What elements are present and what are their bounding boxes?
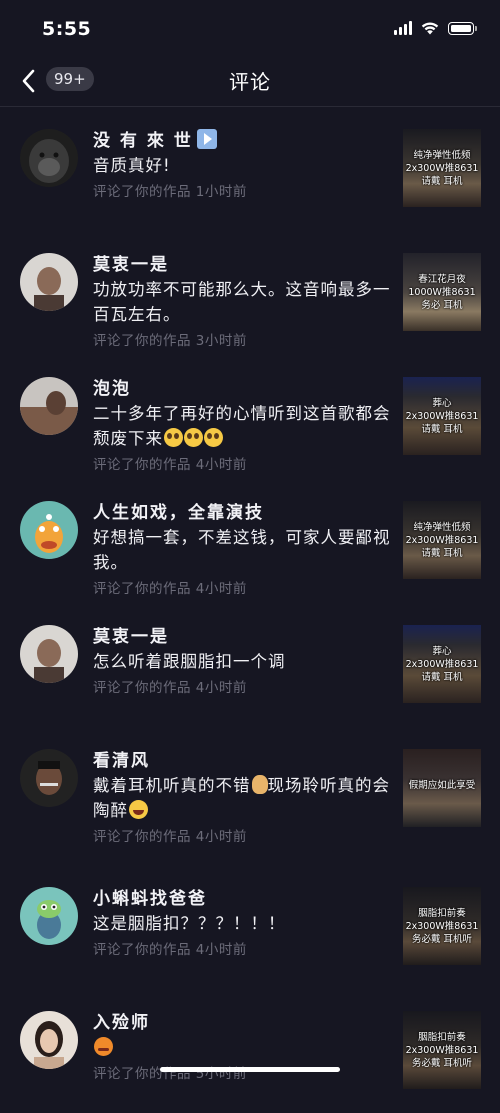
comment-meta: 评论了你的作品 4小时前 [93,829,247,845]
comment-meta: 评论了你的作品 4小时前 [93,457,247,473]
avatar[interactable] [20,253,78,311]
comment-meta: 评论了你的作品 1小时前 [93,184,247,200]
comment-meta: 评论了你的作品 4小时前 [93,581,247,597]
battery-icon [448,21,477,35]
avatar[interactable] [20,887,78,945]
pleading-face-emoji-icon [184,428,203,447]
cellular-signal-icon [394,21,412,35]
video-thumbnail[interactable]: 胭脂扣前奏 2x300W推8631 务必戴 耳机听 [403,887,481,965]
comment-text: 音质真好! [93,156,171,175]
comment-meta: 评论了你的作品 3小时前 [93,333,247,349]
commenter-name[interactable]: 没 有 來 世 [93,129,395,153]
video-thumbnail[interactable]: 胭脂扣前奏 2x300W推8631 务必戴 耳机听 [403,1011,481,1089]
avatar[interactable] [20,377,78,435]
comment-item[interactable]: 小蝌蚪找爸爸 这是胭脂扣？？？！！！ 评论了你的作品 4小时前 胭脂扣前奏 2x… [0,865,500,989]
avatar[interactable] [20,749,78,807]
play-button-emoji-icon [196,129,217,149]
video-thumbnail[interactable]: 假期应如此享受 [403,749,481,827]
avatar[interactable] [20,625,78,683]
avatar[interactable] [20,129,78,187]
avatar[interactable] [20,1011,78,1069]
thumbnail-caption: 假期应如此享受 [408,780,476,791]
pleading-face-emoji-icon [204,428,223,447]
thumbnail-caption: 葬心 2x300W推8631 请戴 耳机 [405,646,479,683]
comment-text: 戴着耳机听真的不错 现场聆听真的会陶醉 [93,775,390,820]
comment-item[interactable]: 泡泡 二十多年了再好的心情听到这首歌都会颓废下来 评论了你的作品 4小时前 葬心… [0,355,500,479]
thumbnail-caption: 胭脂扣前奏 2x300W推8631 务必戴 耳机听 [405,908,479,945]
video-thumbnail[interactable]: 纯净弹性低频 2x300W推8631 请戴 耳机 [403,501,481,579]
commenter-name[interactable]: 入殓师 [93,1011,395,1035]
thumbnail-caption: 胭脂扣前奏 2x300W推8631 务必戴 耳机听 [405,1032,479,1069]
comment-list: 没 有 來 世 音质真好! 评论了你的作品 1小时前 纯净弹性低频 2x300W… [0,107,500,1113]
comment-item[interactable]: 看清风 戴着耳机听真的不错 现场聆听真的会陶醉 评论了你的作品 4小时前 假期应如… [0,727,500,865]
thumbnail-caption: 纯净弹性低频 2x300W推8631 请戴 耳机 [405,522,479,559]
page-title: 评论 [229,70,271,94]
commenter-name[interactable]: 莫衷一是 [93,625,395,649]
nav-bar: 99+ 评论 [0,56,500,107]
comment-item[interactable]: 莫衷一是 怎么听着跟胭脂扣一个调 评论了你的作品 4小时前 葬心 2x300W推… [0,603,500,727]
comment-meta: 评论了你的作品 4小时前 [93,942,247,958]
thumbnail-caption: 纯净弹性低频 2x300W推8631 请戴 耳机 [405,150,479,187]
comment-text: 二十多年了再好的心情听到这首歌都会颓废下来 [93,404,391,448]
video-thumbnail[interactable]: 葬心 2x300W推8631 请戴 耳机 [403,625,481,703]
status-icons [394,21,477,35]
video-thumbnail[interactable]: 葬心 2x300W推8631 请戴 耳机 [403,377,481,455]
status-bar: 5:55 [0,0,500,56]
rolling-laughing-emoji-icon [129,800,148,819]
comment-text: 怎么听着跟胭脂扣一个调 [93,652,286,671]
comment-text: 这是胭脂扣？？？！！！ [93,914,286,933]
video-thumbnail[interactable]: 春江花月夜 1000W推8631 务必 耳机 [403,253,481,331]
comment-text: 功放功率不可能那么大。这音响最多一百瓦左右。 [93,280,391,324]
comment-item[interactable]: 没 有 來 世 音质真好! 评论了你的作品 1小时前 纯净弹性低频 2x300W… [0,107,500,231]
avatar[interactable] [20,501,78,559]
commenter-name[interactable]: 看清风 [93,749,395,773]
pleading-face-emoji-icon [164,428,183,447]
thumbnail-caption: 春江花月夜 1000W推8631 务必 耳机 [408,274,476,311]
commenter-name[interactable]: 人生如戏，全靠演技 [93,501,395,525]
home-indicator[interactable] [160,1067,340,1072]
thumbnail-caption: 葬心 2x300W推8631 请戴 耳机 [405,398,479,435]
commenter-name[interactable]: 泡泡 [93,377,395,401]
comment-text [93,1035,395,1060]
video-thumbnail[interactable]: 纯净弹性低频 2x300W推8631 请戴 耳机 [403,129,481,207]
comment-item[interactable]: 莫衷一是 功放功率不可能那么大。这音响最多一百瓦左右。 评论了你的作品 3小时前… [0,231,500,355]
comment-item[interactable]: 入殓师 评论了你的作品 5小时前 胭脂扣前奏 2x300W推8631 务必戴 耳… [0,989,500,1113]
commenter-name[interactable]: 小蝌蚪找爸爸 [93,887,395,911]
comment-item[interactable]: 人生如戏，全靠演技 好想搞一套，不差这钱，可家人要鄙视我。 评论了你的作品 4小… [0,479,500,603]
crying-face-emoji-icon [94,1037,113,1056]
money-bag-emoji-icon [251,775,268,794]
comment-meta: 评论了你的作品 4小时前 [93,680,247,696]
status-time: 5:55 [42,18,92,40]
commenter-name[interactable]: 莫衷一是 [93,253,395,277]
comment-text: 好想搞一套，不差这钱，可家人要鄙视我。 [93,528,391,572]
wifi-icon [421,22,439,35]
comment-meta: 评论了你的作品 5小时前 [93,1066,247,1082]
